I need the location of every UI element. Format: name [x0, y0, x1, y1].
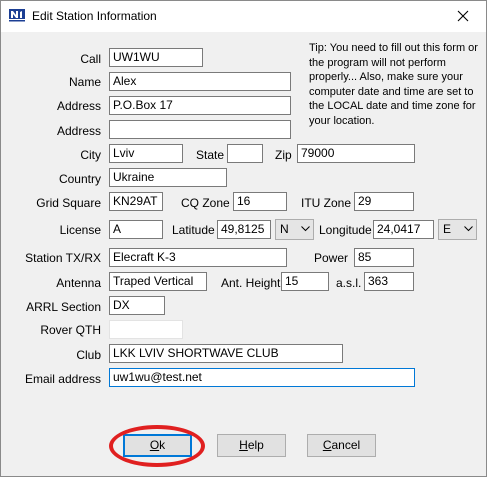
asl-label: a.s.l.	[336, 276, 362, 290]
email-field[interactable]: uw1wu@test.net	[109, 368, 415, 387]
help-button[interactable]: Help	[217, 434, 286, 457]
address-label: Address	[56, 99, 101, 113]
address-field[interactable]: P.O.Box 17	[109, 96, 291, 115]
ok-mnemonic: O	[149, 438, 160, 452]
station-label: Station TX/RX	[25, 251, 101, 265]
arrl-section-field[interactable]: DX	[109, 296, 165, 315]
name-label: Name	[68, 75, 101, 89]
antenna-field[interactable]: Traped Vertical	[109, 272, 207, 291]
cq-zone-label: CQ Zone	[181, 196, 230, 210]
longitude-direction-select[interactable]: E	[438, 219, 477, 240]
arrl-section-label: ARRL Section	[26, 300, 101, 314]
ant-height-field[interactable]: 15	[281, 272, 329, 291]
title-bar[interactable]: Edit Station Information	[1, 1, 486, 32]
itu-zone-field[interactable]: 29	[354, 192, 414, 211]
longitude-field[interactable]: 24,0417	[373, 220, 434, 239]
ant-height-label: Ant. Height	[221, 276, 281, 290]
call-label: Call	[80, 52, 101, 66]
cq-zone-field[interactable]: 16	[233, 192, 287, 211]
ok-button[interactable]: Ok	[123, 434, 192, 457]
latitude-label: Latitude	[172, 223, 215, 237]
state-label: State	[196, 148, 225, 162]
dialog-body: Tip: You need to fill out this form or t…	[1, 32, 486, 476]
antenna-label: Antenna	[56, 276, 101, 290]
tip-text: Tip: You need to fill out this form or t…	[309, 42, 478, 127]
chevron-down-icon	[301, 226, 310, 232]
call-field[interactable]: UW1WU	[109, 48, 203, 67]
country-field[interactable]: Ukraine	[109, 168, 227, 187]
address2-label: Address	[56, 124, 101, 138]
zip-label: Zip	[275, 148, 292, 162]
city-label: City	[80, 148, 101, 162]
help-label-rest: elp	[247, 438, 264, 452]
email-label: Email address	[24, 372, 101, 386]
state-field[interactable]	[227, 144, 263, 163]
help-mnemonic: H	[239, 438, 248, 452]
club-field[interactable]: LKK LVIV SHORTWAVE CLUB	[109, 344, 343, 363]
country-label: Country	[58, 172, 101, 186]
rover-qth-label: Rover QTH	[40, 323, 101, 337]
cancel-label-rest: ancel	[331, 438, 361, 452]
city-field[interactable]: Lviv	[109, 144, 183, 163]
rover-qth-field[interactable]	[109, 320, 183, 339]
asl-field[interactable]: 363	[364, 272, 414, 291]
address2-field[interactable]	[109, 120, 291, 139]
license-field[interactable]: A	[109, 220, 163, 239]
station-field[interactable]: Elecraft K-3	[109, 248, 287, 267]
license-label: License	[59, 223, 101, 237]
club-label: Club	[76, 348, 101, 362]
ok-label-rest: k	[159, 438, 166, 452]
edit-station-dialog: Edit Station Information Tip: You need t…	[0, 0, 487, 477]
latitude-direction-value: N	[280, 222, 289, 236]
n1mm-app-icon	[9, 9, 25, 23]
latitude-direction-select[interactable]: N	[275, 219, 314, 240]
window-title: Edit Station Information	[32, 9, 157, 23]
close-icon[interactable]	[440, 1, 486, 32]
itu-zone-label: ITU Zone	[301, 196, 352, 210]
latitude-field[interactable]: 49,8125	[217, 220, 271, 239]
name-field[interactable]: Alex	[109, 72, 291, 91]
power-label: Power	[314, 251, 349, 265]
zip-field[interactable]: 79000	[297, 144, 415, 163]
power-field[interactable]: 85	[354, 248, 414, 267]
chevron-down-icon	[464, 226, 473, 232]
cancel-button[interactable]: Cancel	[307, 434, 376, 457]
longitude-label: Longitude	[319, 223, 372, 237]
longitude-direction-value: E	[443, 222, 452, 236]
grid-square-field[interactable]: KN29AT	[109, 192, 163, 211]
grid-square-label: Grid Square	[36, 196, 101, 210]
